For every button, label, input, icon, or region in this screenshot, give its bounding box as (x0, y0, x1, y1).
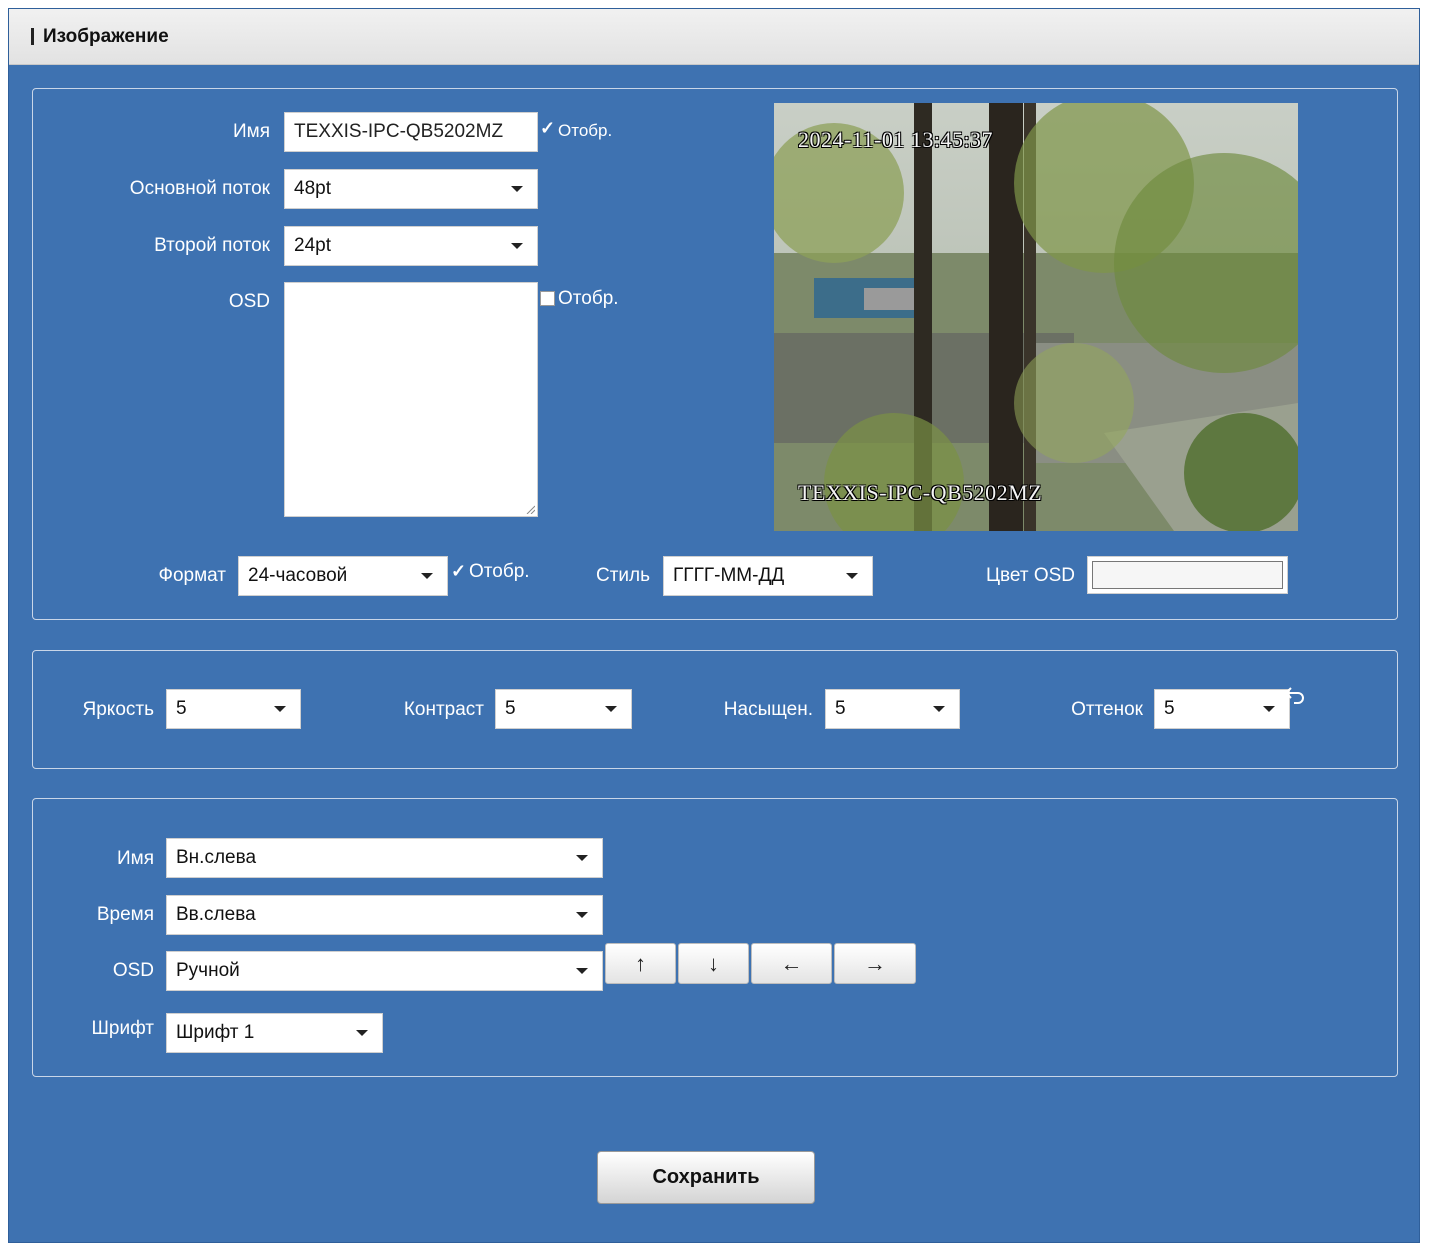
move-left-button[interactable]: ← (751, 943, 832, 984)
contrast-label: Контраст (403, 699, 484, 720)
name-show-checkbox[interactable]: ✓ (540, 119, 556, 137)
resize-grip-icon[interactable] (525, 504, 535, 514)
position-name-label: Имя (116, 848, 154, 869)
format-show-checkbox[interactable]: ✓ (451, 562, 467, 580)
brightness-value: 5 (176, 698, 187, 719)
chevron-down-icon (933, 706, 945, 712)
osd-show-label: Отобр. (558, 288, 619, 309)
name-label: Имя (232, 121, 270, 142)
main-stream-value: 48pt (294, 178, 331, 199)
chevron-down-icon (1263, 706, 1275, 712)
chevron-down-icon (511, 186, 523, 192)
osd-show-checkbox[interactable] (540, 291, 555, 306)
chevron-down-icon (576, 855, 588, 861)
hue-label: Оттенок (1071, 699, 1143, 720)
format-select[interactable]: 24-часовой (238, 556, 448, 596)
brightness-select[interactable]: 5 (166, 689, 301, 729)
chevron-down-icon (846, 573, 858, 579)
style-select[interactable]: ГГГГ-ММ-ДД (663, 556, 873, 596)
osd-color-label: Цвет OSD (985, 565, 1075, 586)
osd-textarea[interactable] (284, 282, 538, 517)
contrast-select[interactable]: 5 (495, 689, 632, 729)
osd-color-swatch (1092, 561, 1283, 589)
move-up-button[interactable]: ↑ (605, 943, 676, 984)
position-osd-select[interactable]: Ручной (166, 951, 603, 991)
camera-preview: 2024-11-01 13:45:37 TEXXIS-IPC-QB5202MZ (774, 103, 1298, 531)
title-bar-marker (31, 28, 34, 45)
osd-text-label: OSD (228, 291, 270, 312)
name-show-label: Отобр. (558, 121, 613, 140)
style-label: Стиль (595, 565, 650, 586)
position-time-value: Вв.слева (176, 904, 256, 925)
saturation-select[interactable]: 5 (825, 689, 960, 729)
font-value: Шрифт 1 (176, 1022, 255, 1043)
chevron-down-icon (356, 1030, 368, 1036)
chevron-down-icon (576, 968, 588, 974)
chevron-down-icon (421, 573, 433, 579)
section-header: Изображение (9, 9, 1419, 65)
save-button[interactable]: Сохранить (597, 1151, 815, 1204)
position-name-value: Вн.слева (176, 847, 257, 868)
style-value: ГГГГ-ММ-ДД (673, 565, 785, 586)
camera-timestamp-overlay: 2024-11-01 13:45:37 (798, 127, 994, 152)
sub-stream-label: Второй поток (154, 235, 270, 256)
camera-name-overlay: TEXXIS-IPC-QB5202MZ (798, 480, 1043, 505)
hue-select[interactable]: 5 (1154, 689, 1290, 729)
osd-color-picker[interactable] (1087, 556, 1288, 594)
move-down-button[interactable]: ↓ (678, 943, 749, 984)
saturation-value: 5 (835, 698, 846, 719)
format-label: Формат (158, 565, 227, 586)
position-time-label: Время (96, 904, 154, 925)
brightness-label: Яркость (82, 699, 154, 720)
position-time-select[interactable]: Вв.слева (166, 895, 603, 935)
move-right-button[interactable]: → (834, 943, 916, 984)
main-stream-label: Основной поток (129, 178, 270, 199)
sub-stream-value: 24pt (294, 235, 331, 256)
name-input[interactable] (284, 112, 538, 152)
hue-value: 5 (1164, 698, 1175, 719)
reset-icon[interactable] (1283, 684, 1307, 706)
contrast-value: 5 (505, 698, 516, 719)
main-stream-select[interactable]: 48pt (284, 169, 538, 209)
page-title: Изображение (43, 26, 169, 47)
chevron-down-icon (576, 912, 588, 918)
font-select[interactable]: Шрифт 1 (166, 1013, 383, 1053)
format-value: 24-часовой (248, 565, 348, 586)
chevron-down-icon (274, 706, 286, 712)
chevron-down-icon (605, 706, 617, 712)
camera-scene-image (774, 103, 1298, 531)
saturation-label: Насыщен. (723, 699, 813, 720)
font-label: Шрифт (91, 1018, 154, 1039)
position-osd-label: OSD (112, 960, 154, 981)
chevron-down-icon (511, 243, 523, 249)
sub-stream-select[interactable]: 24pt (284, 226, 538, 266)
position-osd-value: Ручной (176, 960, 240, 981)
position-name-select[interactable]: Вн.слева (166, 838, 603, 878)
format-show-label: Отобр. (469, 561, 530, 582)
